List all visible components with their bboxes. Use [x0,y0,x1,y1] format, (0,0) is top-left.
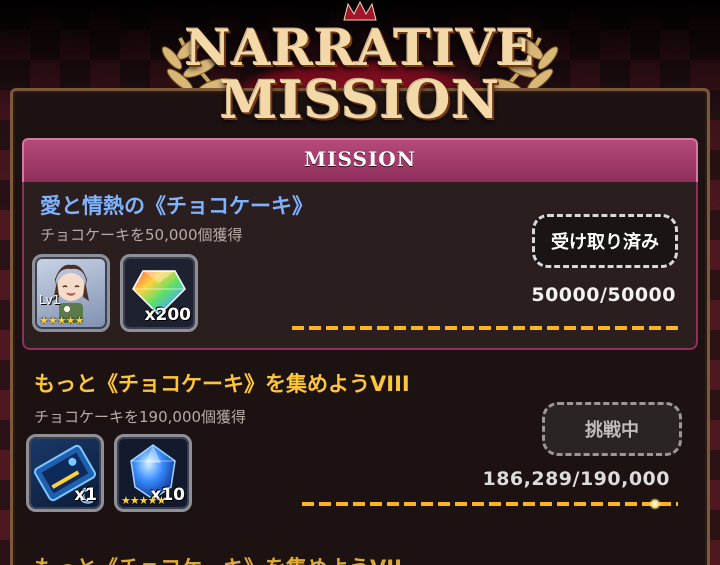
progress-bar [292,326,678,330]
progress-text: 50000/50000 [531,284,676,306]
reward-ticket[interactable]: C x1 [26,434,104,512]
progress-bar [302,502,678,506]
page-title-line1: NARRATIVE [184,18,536,77]
reward-stars: ★★★★★ [121,494,166,507]
progress-spark-icon [649,498,661,510]
mission-item-active[interactable]: もっと《チョコケーキ》を集めようVIII チョコケーキを190,000個獲得 C… [22,362,698,532]
reward-stars: ★★★★★ [39,314,84,327]
mission-title: もっと《チョコケーキ》を集めようVIII [34,372,410,396]
claimed-button[interactable]: 受け取り済み [532,214,678,268]
next-mission-title-peek: もっと《チョコケーキ》を集めようVII [34,552,402,565]
tab-mission-label: MISSION [304,147,416,171]
mission-description: チョコケーキを50,000個獲得 [40,226,243,244]
reward-quantity: x200 [144,305,191,325]
reward-level: Lv1 [39,293,61,307]
tab-mission[interactable]: MISSION [22,138,698,182]
in-progress-button[interactable]: 挑戦中 [542,402,682,456]
progress-text: 186,289/190,000 [482,468,670,490]
reward-blue-crystal[interactable]: x10 ★★★★★ [114,434,192,512]
reward-quantity: x1 [74,485,97,505]
mission-title: 愛と情熱の《チョコケーキ》 [40,194,313,218]
reward-rainbow-gem[interactable]: x200 [120,254,198,332]
mission-item-completed[interactable]: 愛と情熱の《チョコケーキ》 チョコケーキを50,000個獲得 Lv1 ★★★★★ [22,182,698,350]
reward-character-card[interactable]: Lv1 ★★★★★ [32,254,110,332]
mission-description: チョコケーキを190,000個獲得 [34,408,247,426]
page-title-line2: MISSION [220,70,500,131]
